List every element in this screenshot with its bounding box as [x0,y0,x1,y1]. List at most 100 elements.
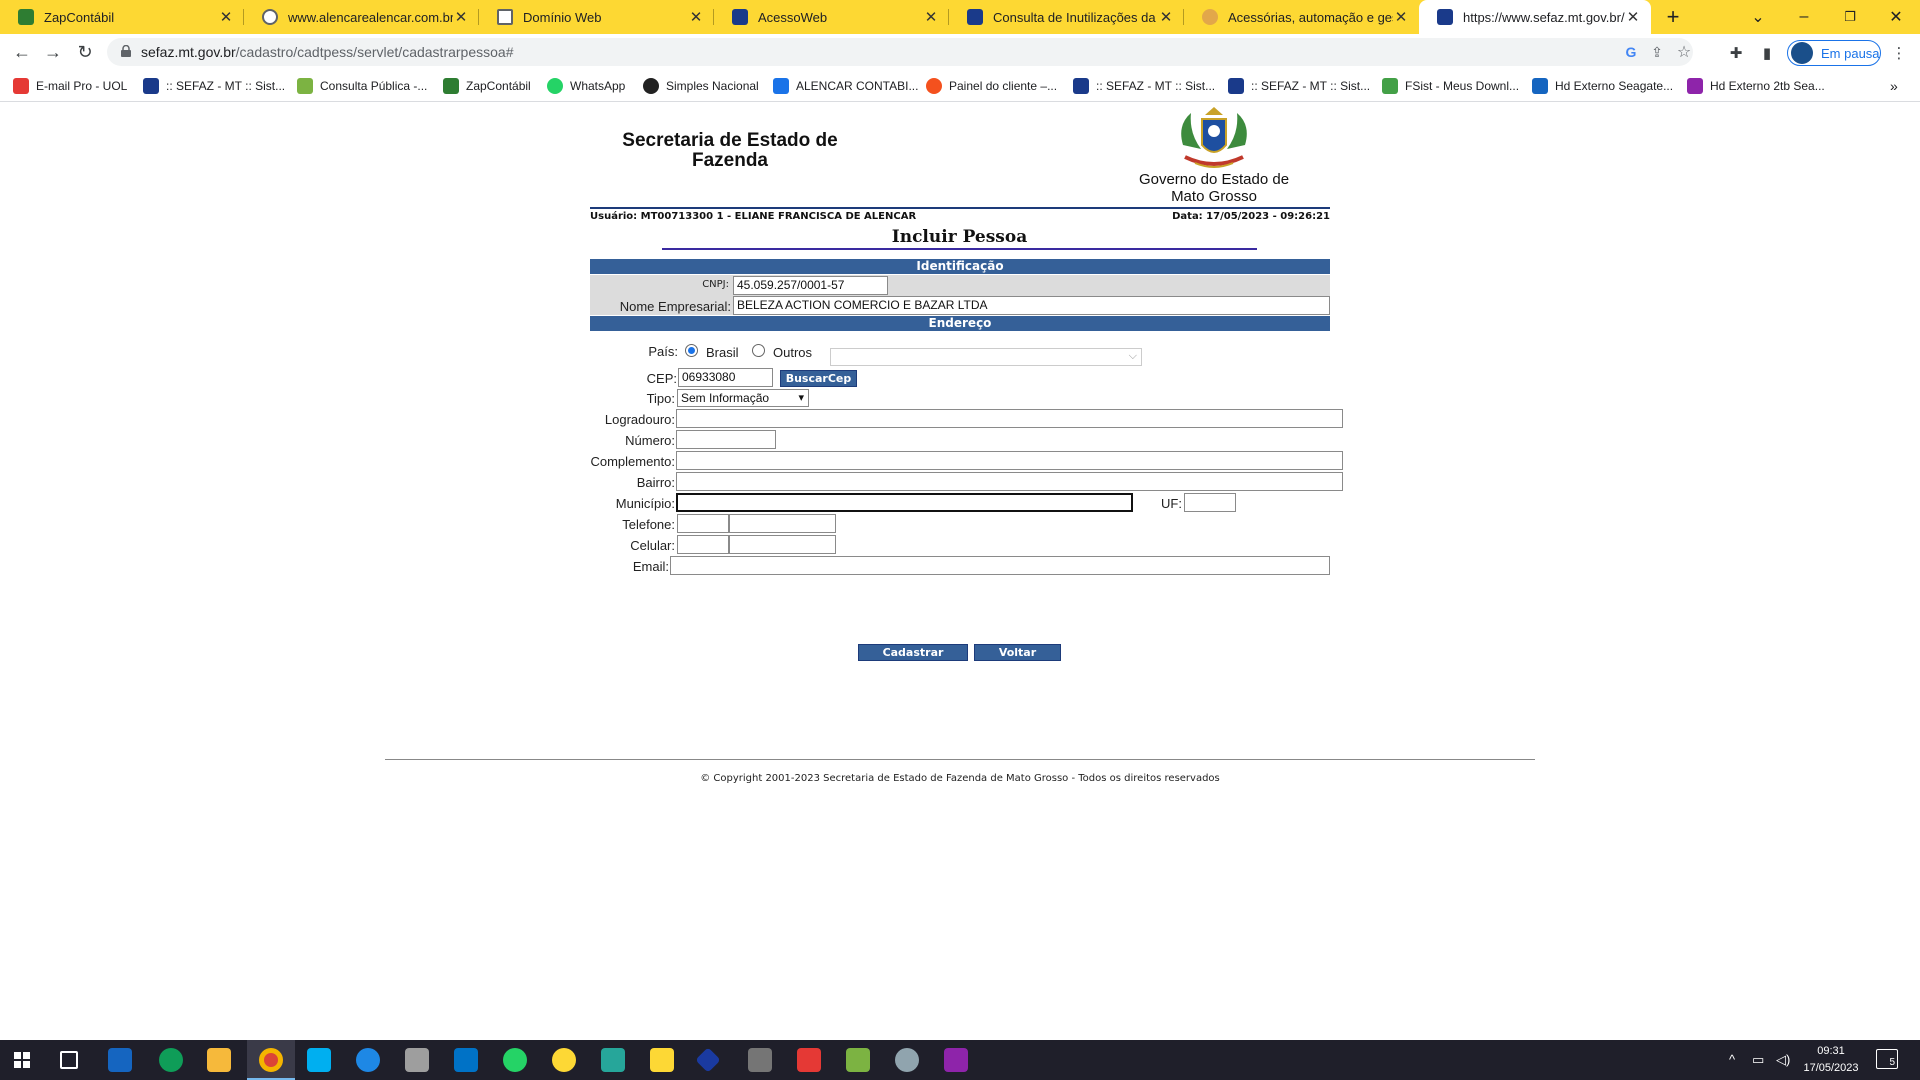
cep-field[interactable]: 06933080 [678,368,773,387]
telefone-ddd-field[interactable] [677,514,729,533]
extensions-puzzle-icon[interactable]: ✚ [1725,42,1747,64]
forward-arrow-icon[interactable]: → [40,39,66,65]
bookmark-item[interactable]: ALENCAR CONTABI... [773,77,918,95]
celular-ddd-field[interactable] [677,535,729,554]
uf-field[interactable] [1184,493,1236,512]
tab-acessoweb[interactable]: AcessoWeb ✕ [714,0,949,34]
winrar-icon[interactable] [944,1048,968,1072]
minimize-icon[interactable]: – [1782,0,1826,34]
bookmark-item[interactable]: FSist - Meus Downl... [1382,77,1519,95]
close-tab-icon[interactable]: ✕ [1158,8,1174,26]
internet-explorer-icon[interactable] [356,1048,380,1072]
back-arrow-icon[interactable]: ← [9,39,35,65]
numero-field[interactable] [676,430,776,449]
bairro-field[interactable] [676,472,1343,491]
globe-app-icon[interactable] [895,1048,919,1072]
buscar-cep-button[interactable]: BuscarCep [780,370,857,387]
tab-sefaz-active[interactable]: https://www.sefaz.mt.gov.br/cad ✕ [1419,0,1651,34]
whatsapp-icon[interactable] [503,1048,527,1072]
network-icon[interactable]: ▭ [1752,1052,1764,1068]
bookmark-item[interactable]: Hd Externo 2tb Sea... [1687,77,1825,95]
email-field[interactable] [670,556,1330,575]
tab-search-icon[interactable]: ⌄ [1736,0,1780,34]
pais-brasil-radio[interactable] [685,344,698,357]
avatar [1791,42,1813,64]
bookmark-item[interactable]: Consulta Pública -... [297,77,427,95]
tipo-selected-value: Sem Informação [681,391,770,405]
bookmark-item[interactable]: ZapContábil [443,77,531,95]
bookmarks-overflow-icon[interactable]: » [1890,77,1898,95]
task-view-icon[interactable] [60,1051,78,1069]
close-window-icon[interactable]: ✕ [1874,0,1918,34]
volume-icon[interactable]: ◁) [1776,1052,1790,1068]
tipo-select[interactable]: Sem Informação ▾ [677,389,809,407]
session-date: Data: 17/05/2023 - 09:26:21 [1172,211,1330,222]
copyright-text: © Copyright 2001-2023 Secretaria de Esta… [700,773,1220,784]
municipio-field[interactable] [676,493,1133,512]
restore-icon[interactable]: ❐ [1828,0,1872,34]
close-tab-icon[interactable]: ✕ [923,8,939,26]
bookmark-item[interactable]: :: SEFAZ - MT :: Sist... [143,77,285,95]
bookmark-item[interactable]: Simples Nacional [643,77,759,95]
close-tab-icon[interactable]: ✕ [453,8,469,26]
tab-acessorias[interactable]: Acessórias, automação e gestão ✕ [1184,0,1419,34]
acessorias-favicon-icon [1202,9,1218,25]
bookmark-item[interactable]: :: SEFAZ - MT :: Sist... [1228,77,1370,95]
bookmark-item[interactable]: Hd Externo Seagate... [1532,77,1673,95]
close-tab-icon[interactable]: ✕ [688,8,704,26]
complemento-field[interactable] [676,451,1343,470]
cadastrar-button[interactable]: Cadastrar [858,644,968,661]
pais-outros-select[interactable]: ⌵ [830,348,1142,366]
pais-outros-radio[interactable] [752,344,765,357]
tab-dominio-web[interactable]: Domínio Web ✕ [479,0,714,34]
simples-app-icon[interactable] [552,1048,576,1072]
close-tab-icon[interactable]: ✕ [1393,8,1409,26]
share-icon[interactable]: ⇪ [1647,42,1667,62]
seagate-icon [1532,78,1548,94]
app-diamond-icon[interactable] [695,1047,721,1073]
menu-kebab-icon[interactable]: ⋮ [1888,42,1910,64]
notification-center-icon[interactable]: 5 [1876,1049,1898,1069]
bookmark-item[interactable]: E-mail Pro - UOL [13,77,127,95]
new-tab-button[interactable]: + [1651,0,1695,34]
app-stack-icon[interactable] [846,1048,870,1072]
notepad-icon[interactable] [108,1048,132,1072]
file-explorer-icon[interactable] [207,1048,231,1072]
telefone-number-field[interactable] [729,514,836,533]
tab-alencarealencar[interactable]: www.alencarealencar.com.br/xm ✕ [244,0,479,34]
tray-overflow-icon[interactable]: ^ [1729,1052,1735,1067]
bookmark-star-icon[interactable]: ☆ [1674,42,1694,62]
windows-start-icon[interactable] [14,1052,30,1068]
address-bar[interactable]: sefaz.mt.gov.br/cadastro/cadtpess/servle… [107,38,1693,66]
app-icon[interactable] [601,1048,625,1072]
logradouro-field[interactable] [676,409,1343,428]
tab-zapcontabil[interactable]: ZapContábil ✕ [0,0,244,34]
anydesk-icon[interactable] [797,1048,821,1072]
bookmark-label: ZapContábil [466,79,531,93]
close-tab-icon[interactable]: ✕ [1625,8,1641,26]
app-tools-icon[interactable] [748,1048,772,1072]
side-panel-icon[interactable]: ▮ [1756,42,1778,64]
voltar-button[interactable]: Voltar [974,644,1061,661]
cnpj-field[interactable]: 45.059.257/0001-57 [733,276,888,295]
profile-button[interactable]: Em pausa [1787,40,1881,66]
globe-icon [262,9,278,25]
edge-icon[interactable] [159,1048,183,1072]
celular-number-field[interactable] [729,535,836,554]
chrome-icon[interactable] [259,1048,283,1072]
tab-consulta-inutilizacoes[interactable]: Consulta de Inutilizações da NF ✕ [949,0,1184,34]
reload-icon[interactable]: ↻ [72,39,98,65]
tab-title: https://www.sefaz.mt.gov.br/cad [1463,9,1625,25]
mail-app-icon[interactable] [405,1048,429,1072]
bookmark-item[interactable]: :: SEFAZ - MT :: Sist... [1073,77,1215,95]
bookmark-item[interactable]: WhatsApp [547,77,625,95]
close-tab-icon[interactable]: ✕ [218,8,234,26]
pais-brasil-label: Brasil [706,345,739,360]
bookmark-item[interactable]: Painel do cliente –... [926,77,1057,95]
outlook-icon[interactable] [454,1048,478,1072]
google-translate-icon[interactable]: G [1621,42,1641,62]
nome-empresarial-field[interactable]: BELEZA ACTION COMERCIO E BAZAR LTDA [733,296,1330,315]
skype-icon[interactable] [307,1048,331,1072]
taskbar-clock[interactable]: 09:31 17/05/2023 [1796,1043,1866,1077]
sticky-notes-icon[interactable] [650,1048,674,1072]
